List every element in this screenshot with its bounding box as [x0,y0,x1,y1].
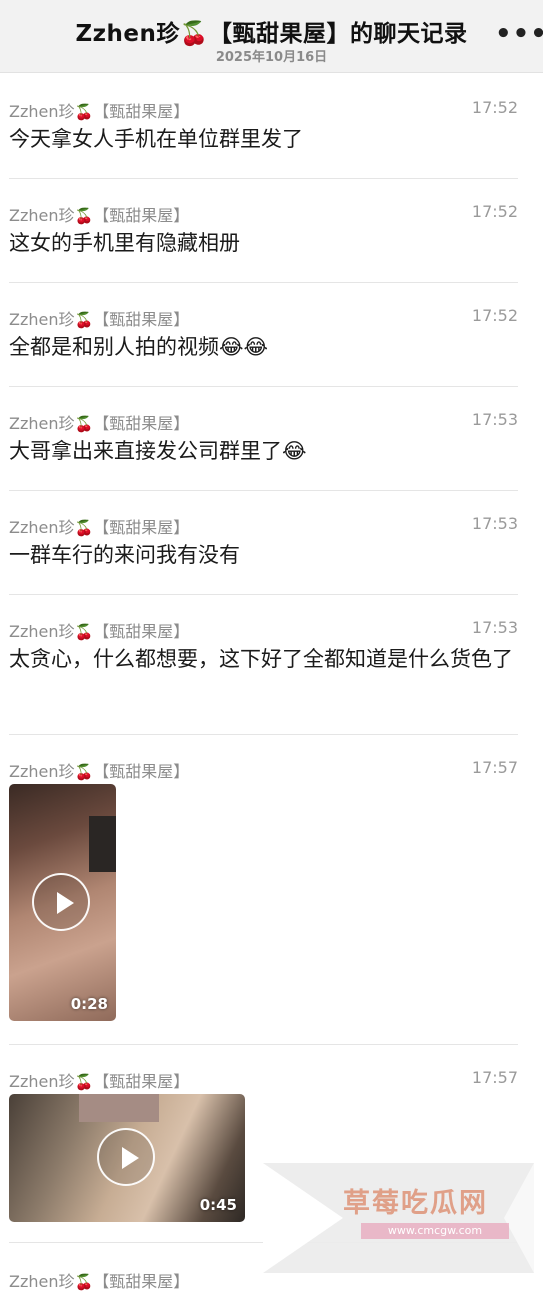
message-time: 17:52 [471,306,518,325]
message-item: Zzhen珍🍒【甄甜果屋】 17:53 太贪心，什么都想要，这下好了全都知道是什… [9,610,518,735]
message-item: Zzhen珍🍒【甄甜果屋】 17:52 全都是和别人拍的视频😂😂 [9,298,518,387]
video-thumbnail-detail [89,816,116,872]
video-duration: 0:28 [70,995,108,1013]
video-thumbnail-detail [79,1094,159,1122]
cherry-emoji: 🍒 [74,623,94,641]
sender-name: Zzhen珍🍒【甄甜果屋】 [9,1272,190,1291]
watermark-url: www.cmcgw.com [361,1223,509,1239]
site-watermark: 草莓吃瓜网 www.cmcgw.com [263,1163,534,1273]
sender-name: Zzhen珍🍒【甄甜果屋】 [9,1072,190,1091]
message-item: Zzhen珍🍒【甄甜果屋】 17:57 0:28 [9,750,518,1045]
watermark-text: 草莓吃瓜网 [343,1188,488,1219]
cherry-emoji: 🍒 [74,207,94,225]
message-header: Zzhen珍🍒【甄甜果屋】 17:57 [9,750,518,781]
cherry-emoji: 🍒 [74,763,94,781]
sender-name: Zzhen珍🍒【甄甜果屋】 [9,762,190,781]
message-item: Zzhen珍🍒【甄甜果屋】 17:52 今天拿女人手机在单位群里发了 [9,90,518,179]
message-text[interactable]: 今天拿女人手机在单位群里发了 [9,122,518,156]
sender-name: Zzhen珍🍒【甄甜果屋】 [9,102,190,121]
page-title: Zzhen珍🍒【甄甜果屋】的聊天记录 [75,21,468,47]
message-text[interactable]: 太贪心，什么都想要，这下好了全都知道是什么货色了 [9,642,518,676]
sender-name: Zzhen珍🍒【甄甜果屋】 [9,414,190,433]
message-header: Zzhen珍🍒【甄甜果屋】 17:53 [9,506,518,537]
message-header: Zzhen珍🍒【甄甜果屋】 17:53 [9,402,518,433]
message-text[interactable]: 全都是和别人拍的视频😂😂 [9,330,518,364]
message-time: 17:53 [471,410,518,429]
cherry-emoji: 🍒 [74,415,94,433]
sender-name: Zzhen珍🍒【甄甜果屋】 [9,518,190,537]
video-message[interactable]: 0:28 [9,784,116,1021]
message-header: Zzhen珍🍒【甄甜果屋】 17:57 [9,1060,518,1091]
play-icon[interactable] [97,1128,155,1186]
chat-history-header: Zzhen珍🍒【甄甜果屋】的聊天记录 2025年10月16日 ••• [0,0,543,73]
message-text[interactable]: 一群车行的来问我有没有 [9,538,518,572]
message-text[interactable]: 这女的手机里有隐藏相册 [9,226,518,260]
message-item: Zzhen珍🍒【甄甜果屋】 17:53 一群车行的来问我有没有 [9,506,518,595]
message-header: Zzhen珍🍒【甄甜果屋】 17:52 [9,90,518,121]
message-time: 17:52 [471,98,518,117]
message-header: Zzhen珍🍒【甄甜果屋】 17:52 [9,194,518,225]
message-header: Zzhen珍🍒【甄甜果屋】 17:53 [9,610,518,641]
play-icon[interactable] [32,873,90,931]
cherry-emoji: 🍒 [74,103,94,121]
sender-name: Zzhen珍🍒【甄甜果屋】 [9,206,190,225]
message-time: 17:57 [471,1068,518,1087]
message-item: Zzhen珍🍒【甄甜果屋】 17:53 大哥拿出来直接发公司群里了😂 [9,402,518,491]
video-duration: 0:45 [199,1196,237,1214]
more-icon[interactable]: ••• [495,21,543,52]
message-time: 17:53 [471,514,518,533]
cherry-emoji: 🍒 [74,1273,94,1291]
message-text[interactable]: 大哥拿出来直接发公司群里了😂 [9,434,518,468]
message-item: Zzhen珍🍒【甄甜果屋】 17:52 这女的手机里有隐藏相册 [9,194,518,283]
cherry-emoji: 🍒 [74,1073,94,1091]
chat-date: 2025年10月16日 [215,50,328,65]
message-time: 17:57 [471,758,518,777]
video-message[interactable]: 0:45 [9,1094,245,1222]
sender-name: Zzhen珍🍒【甄甜果屋】 [9,310,190,329]
message-header: Zzhen珍🍒【甄甜果屋】 17:52 [9,298,518,329]
cherry-emoji: 🍒 [74,311,94,329]
sender-name: Zzhen珍🍒【甄甜果屋】 [9,622,190,641]
cherry-emoji: 🍒 [74,519,94,537]
message-time: 17:52 [471,202,518,221]
message-time: 17:53 [471,618,518,637]
